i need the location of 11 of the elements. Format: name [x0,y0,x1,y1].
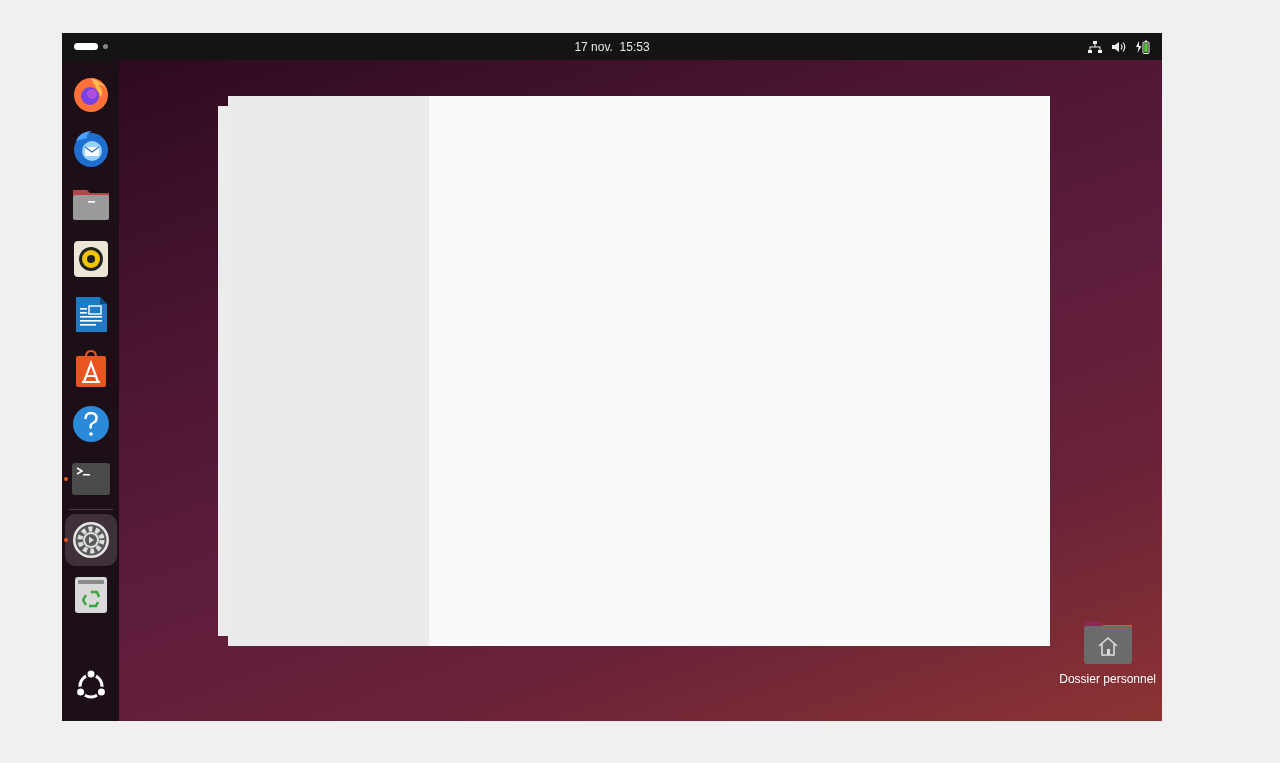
battery-icon[interactable] [1136,39,1150,54]
workspace-indicator[interactable] [74,43,98,50]
workspace-indicator[interactable] [103,44,108,49]
clock[interactable]: 17 nov. 15:53 [574,37,650,56]
help-icon [70,404,111,444]
desktop-icon-label[interactable]: Dossier personnel [1059,670,1156,688]
gear-icon [70,520,111,560]
volume-icon[interactable] [1112,40,1126,53]
home-folder-icon[interactable] [1082,620,1133,664]
dock-launcher[interactable] [64,514,117,566]
network-icon[interactable] [1088,40,1102,53]
